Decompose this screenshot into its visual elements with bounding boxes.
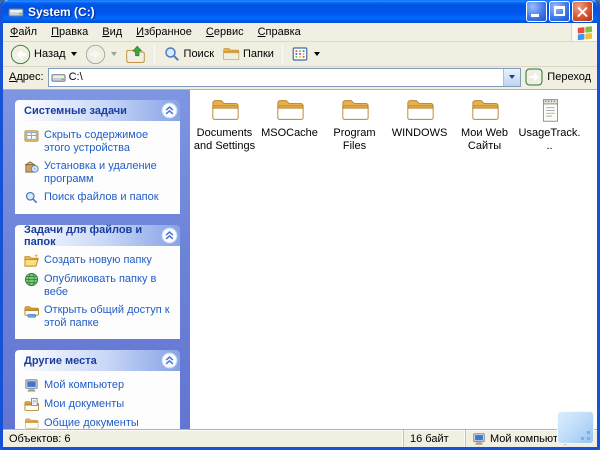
address-dropdown-button[interactable] <box>503 69 520 86</box>
toolbar-separator <box>154 44 155 64</box>
section-header-file-folder-tasks[interactable]: Задачи для файлов и папок <box>15 225 180 246</box>
file-item-my-web-sites[interactable]: Мои Web Сайты <box>453 95 516 153</box>
folder-icon <box>468 95 502 125</box>
address-value: C:\ <box>66 71 504 83</box>
menu-file[interactable]: Файл <box>3 24 44 40</box>
chevron-up-icon[interactable] <box>161 352 178 369</box>
task-new-folder[interactable]: Создать новую папку <box>24 254 175 268</box>
link-my-computer[interactable]: Мой компьютер <box>24 379 175 393</box>
file-item-windows[interactable]: WINDOWS <box>388 95 451 153</box>
file-item-usagetrack[interactable]: UsageTrack... <box>518 95 581 153</box>
go-arrow-icon <box>525 68 543 86</box>
menu-edit[interactable]: Правка <box>44 24 95 40</box>
windows-logo <box>571 23 597 41</box>
text-file-icon <box>533 95 567 125</box>
go-label: Переход <box>547 71 591 83</box>
section-title: Другие места <box>24 355 161 367</box>
back-icon <box>10 44 31 65</box>
search-button[interactable]: Поиск <box>160 44 217 64</box>
views-icon <box>291 45 309 63</box>
globe-icon <box>24 272 39 287</box>
menubar: Файл Правка Вид Избранное Сервис Справка <box>3 23 597 42</box>
menu-view[interactable]: Вид <box>95 24 129 40</box>
explorer-window: System (C:) Файл Правка Вид Избранное Се… <box>0 0 600 450</box>
hide-device-icon <box>24 128 39 143</box>
file-item-msocache[interactable]: MSOCache <box>258 95 321 153</box>
folder-icon <box>338 95 372 125</box>
menu-help[interactable]: Справка <box>251 24 308 40</box>
status-size: 16 байт <box>403 430 465 447</box>
resize-grip[interactable] <box>557 411 594 444</box>
titlebar[interactable]: System (C:) <box>3 0 597 23</box>
status-bar: Объектов: 6 16 байт Мой компьютер <box>3 429 597 447</box>
link-my-documents[interactable]: Мои документы <box>24 398 175 412</box>
maximize-icon <box>554 6 565 16</box>
up-button[interactable] <box>122 43 149 66</box>
menu-tools[interactable]: Сервис <box>199 24 251 40</box>
back-button[interactable]: Назад <box>7 43 80 66</box>
views-button[interactable] <box>288 44 323 64</box>
status-objects: Объектов: 6 <box>3 430 403 447</box>
folder-icon <box>403 95 437 125</box>
main-area: Системные задачи Скрыть содержимое этого… <box>3 90 597 429</box>
maximize-button[interactable] <box>549 1 570 22</box>
share-folder-icon <box>24 303 39 318</box>
menu-favorites[interactable]: Избранное <box>129 24 199 40</box>
go-button[interactable]: Переход <box>525 68 593 86</box>
section-header-system-tasks[interactable]: Системные задачи <box>15 100 180 121</box>
task-add-remove-programs[interactable]: Установка и удаление программ <box>24 160 175 186</box>
task-publish-to-web[interactable]: Опубликовать папку в вебе <box>24 273 175 299</box>
section-other-places: Другие места Мой компьютер Мои документы <box>15 350 180 429</box>
section-title: Задачи для файлов и папок <box>24 224 161 248</box>
my-documents-icon <box>24 397 39 412</box>
folder-up-icon <box>125 44 146 65</box>
link-shared-documents[interactable]: Общие документы <box>24 417 175 429</box>
search-label: Поиск <box>184 48 214 60</box>
task-share-folder[interactable]: Открыть общий доступ к этой папке <box>24 304 175 330</box>
task-search-files[interactable]: Поиск файлов и папок <box>24 191 175 205</box>
address-label: Адрес: <box>9 71 44 83</box>
toolbar: Назад Поиск Папки <box>3 42 597 67</box>
my-computer-icon <box>24 378 39 393</box>
search-icon <box>24 190 39 205</box>
views-dropdown-icon[interactable] <box>314 52 320 56</box>
forward-icon <box>85 44 106 65</box>
section-title: Системные задачи <box>24 105 161 117</box>
folders-label: Папки <box>243 48 274 60</box>
minimize-icon <box>531 14 539 17</box>
section-file-folder-tasks: Задачи для файлов и папок Создать новую … <box>15 225 180 339</box>
toolbar-separator <box>282 44 283 64</box>
forward-button[interactable] <box>82 43 120 66</box>
forward-dropdown-icon <box>111 52 117 56</box>
chevron-down-icon <box>509 75 515 79</box>
section-system-tasks: Системные задачи Скрыть содержимое этого… <box>15 100 180 214</box>
folders-icon <box>222 45 240 63</box>
back-label: Назад <box>34 48 66 60</box>
section-header-other-places[interactable]: Другие места <box>15 350 180 371</box>
chevron-up-icon[interactable] <box>161 102 178 119</box>
window-title: System (C:) <box>28 5 522 19</box>
drive-icon <box>51 70 66 85</box>
back-dropdown-icon[interactable] <box>71 52 77 56</box>
address-bar: Адрес: C:\ Переход <box>3 67 597 90</box>
close-button[interactable] <box>572 1 593 22</box>
minimize-button[interactable] <box>526 1 547 22</box>
drive-icon <box>8 4 24 20</box>
my-computer-icon <box>472 432 486 446</box>
chevron-up-icon[interactable] <box>161 227 178 244</box>
file-list: Documents and Settings MSOCache Program … <box>190 90 597 429</box>
search-icon <box>163 45 181 63</box>
new-folder-icon <box>24 253 39 268</box>
windows-flag-icon <box>576 24 594 41</box>
folder-icon <box>273 95 307 125</box>
folder-icon <box>208 95 242 125</box>
task-hide-device-contents[interactable]: Скрыть содержимое этого устройства <box>24 129 175 155</box>
file-item-documents-and-settings[interactable]: Documents and Settings <box>193 95 256 153</box>
shared-documents-icon <box>24 416 39 429</box>
add-remove-programs-icon <box>24 159 39 174</box>
folders-button[interactable]: Папки <box>219 44 277 64</box>
address-input[interactable]: C:\ <box>48 68 522 87</box>
task-pane: Системные задачи Скрыть содержимое этого… <box>3 90 190 429</box>
file-item-program-files[interactable]: Program Files <box>323 95 386 153</box>
